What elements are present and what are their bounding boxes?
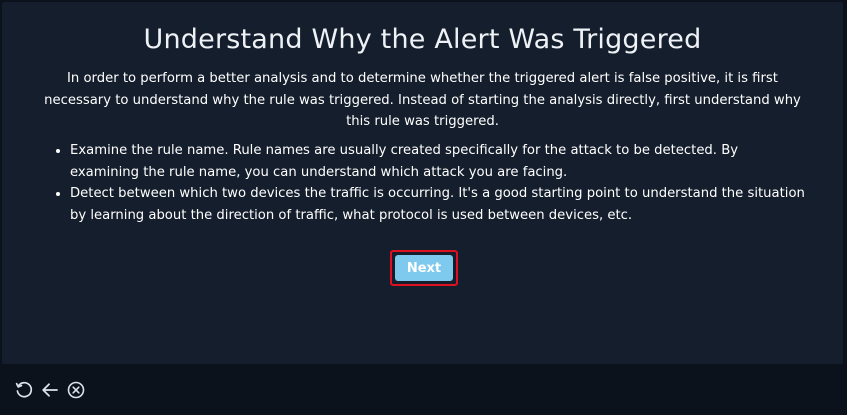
step-bullet-list: Examine the rule name. Rule names are us… [52,140,810,226]
bullet-item-traffic-devices: Detect between which two devices the tra… [70,183,810,226]
step-title: Understand Why the Alert Was Triggered [143,24,702,55]
tour-window: Understand Why the Alert Was Triggered I… [0,0,847,415]
close-circle-icon[interactable] [66,380,86,400]
next-button[interactable]: Next [395,255,453,281]
step-intro-text: In order to perform a better analysis an… [44,71,801,129]
tour-step-panel: Understand Why the Alert Was Triggered I… [2,2,843,364]
back-arrow-icon[interactable] [40,380,60,400]
restart-icon[interactable] [14,380,34,400]
bullet-item-rule-name: Examine the rule name. Rule names are us… [70,140,810,183]
footer-controls [0,364,847,415]
next-button-highlight: Next [390,250,458,286]
